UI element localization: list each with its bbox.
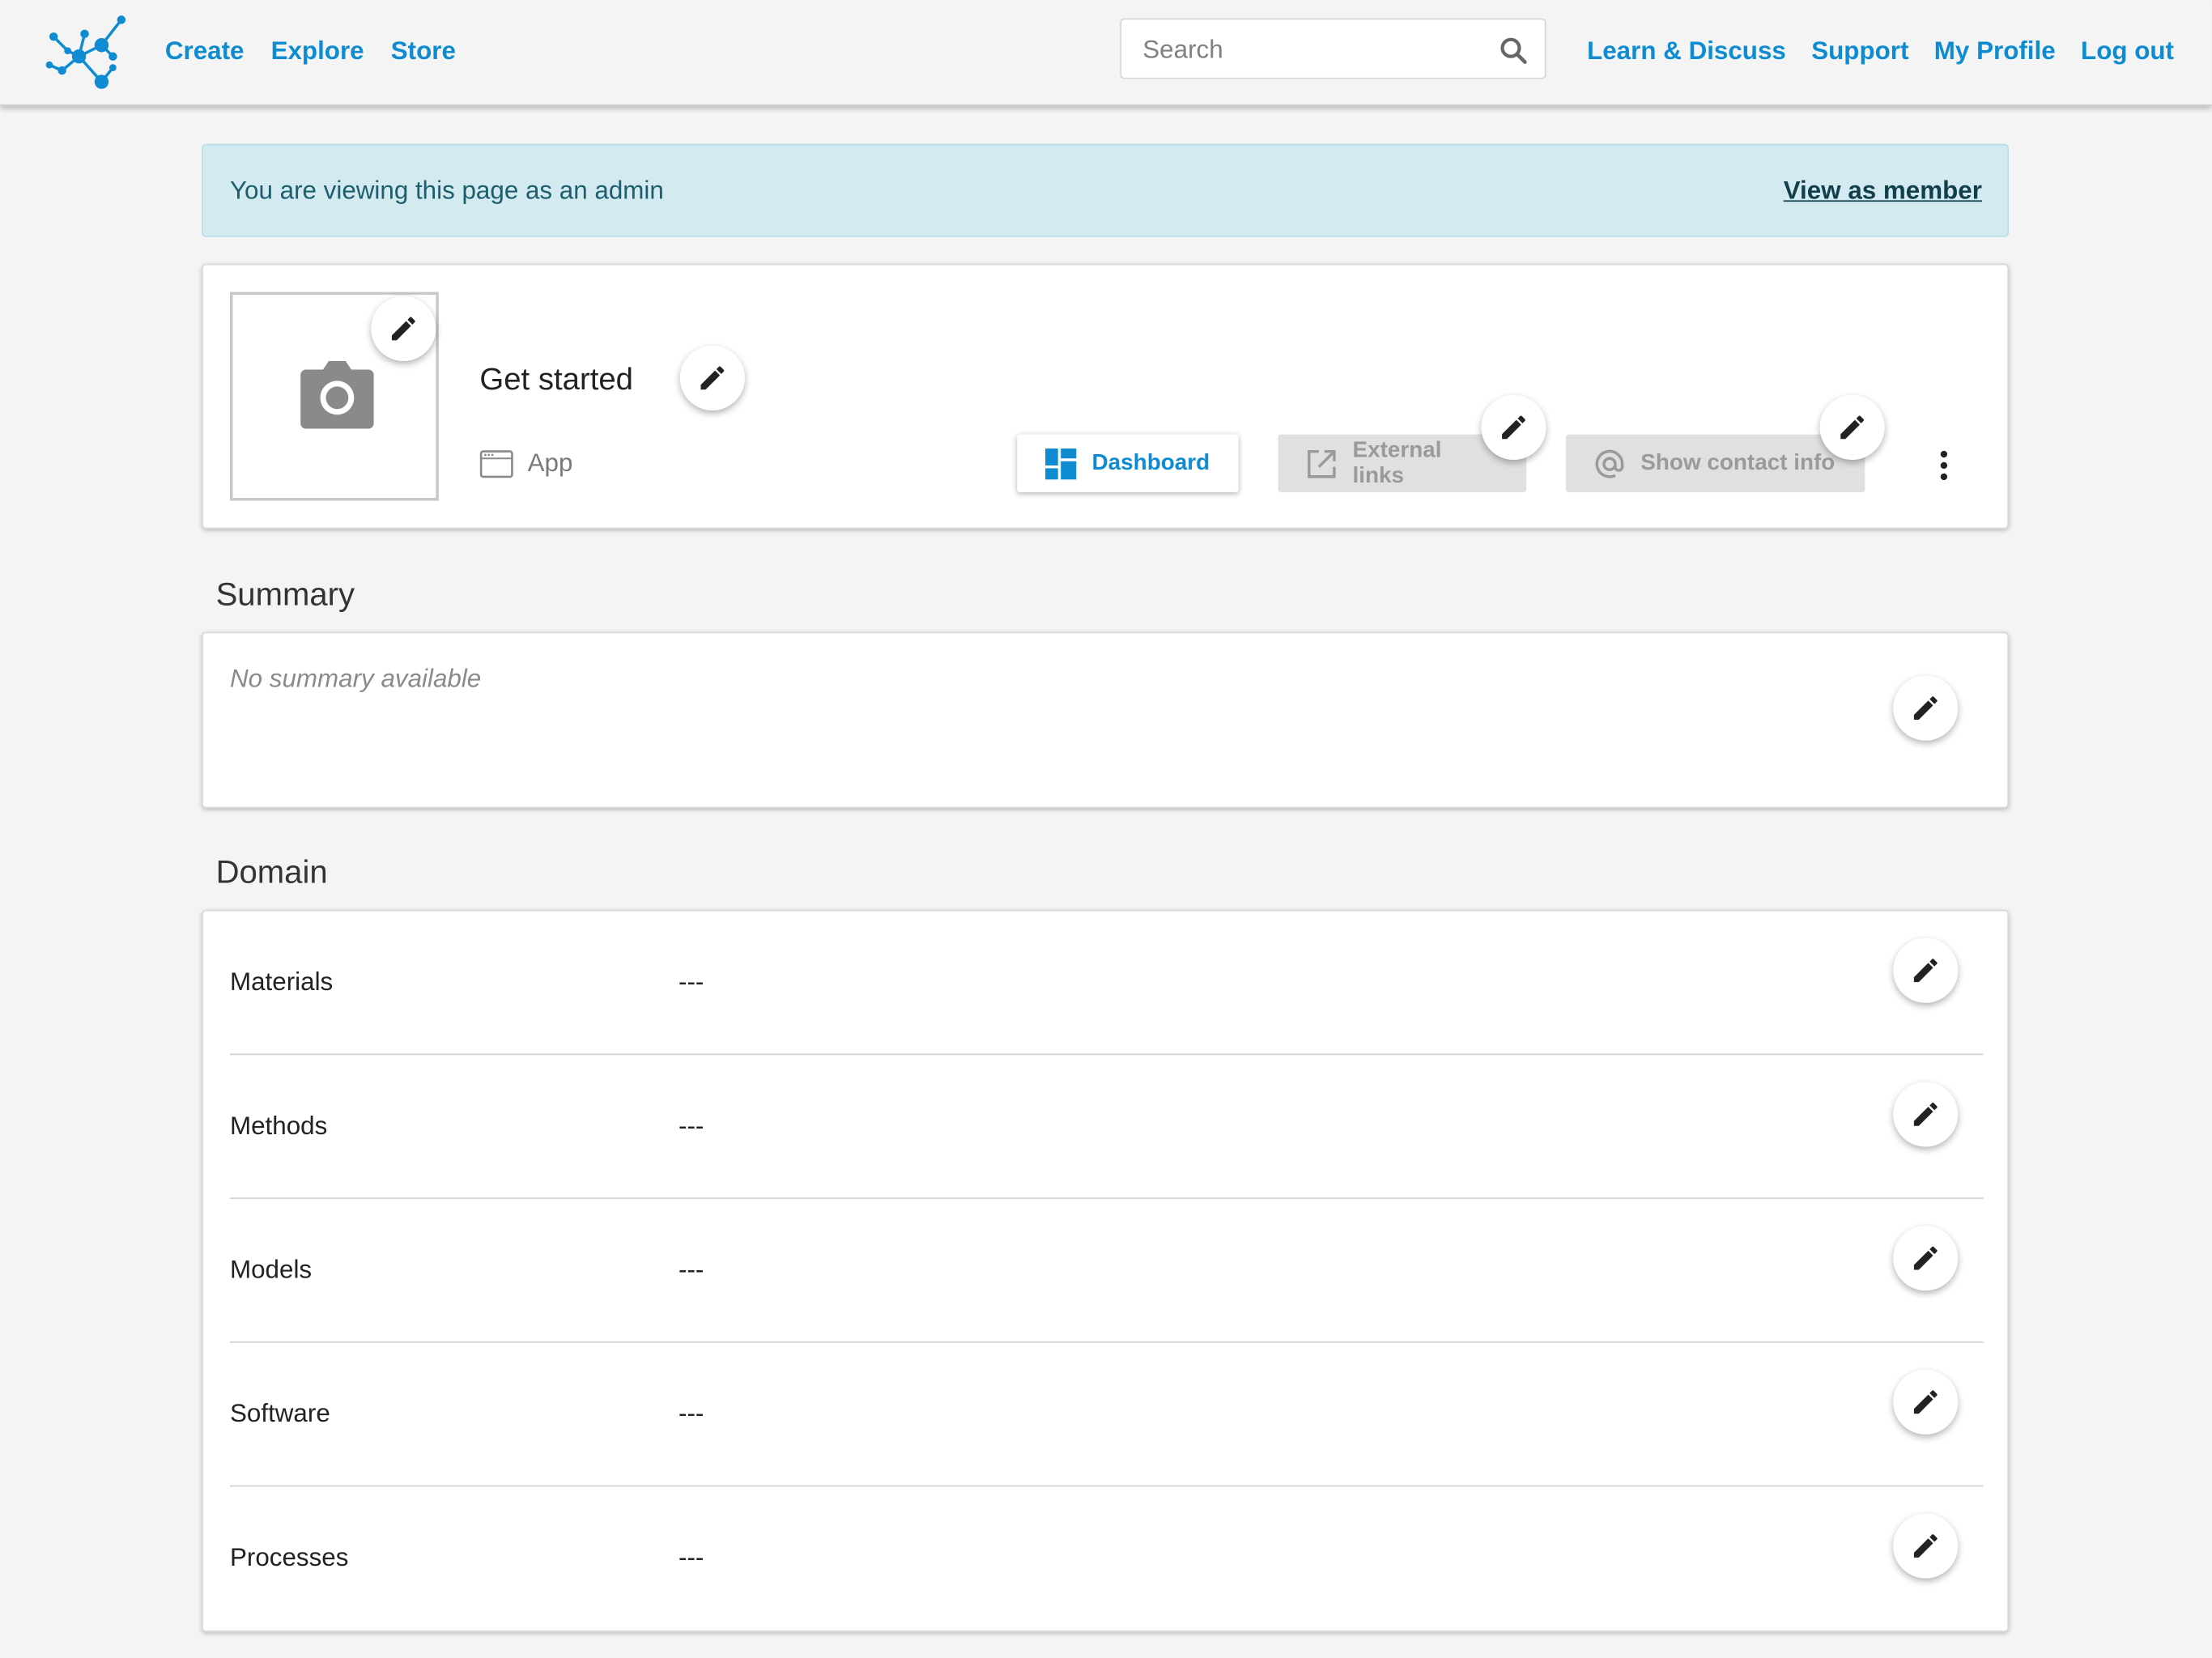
page-type-label: App: [527, 449, 573, 477]
edit-summary-button[interactable]: [1893, 675, 1959, 741]
nav-log-out[interactable]: Log out: [2081, 36, 2174, 66]
top-nav: Create Explore Store Learn & Discuss Sup…: [0, 0, 2212, 106]
dashboard-button[interactable]: Dashboard: [1017, 434, 1239, 493]
pencil-icon: [700, 366, 725, 390]
pencil-icon: [1913, 696, 1938, 721]
summary-empty-text: No summary available: [229, 664, 482, 693]
profile-card: Get started App Dashboard External links…: [202, 263, 2010, 529]
domain-card: Materials --- Methods --- Models --- Sof…: [202, 909, 2010, 1632]
pencil-icon: [1840, 415, 1865, 440]
primary-nav: Create Explore Store: [165, 36, 456, 66]
domain-row-materials: Materials ---: [229, 912, 1984, 1056]
domain-value: ---: [678, 1111, 704, 1140]
secondary-nav: Learn & Discuss Support My Profile Log o…: [1587, 36, 2174, 66]
nav-store[interactable]: Store: [391, 36, 456, 66]
domain-label: Methods: [229, 1111, 328, 1140]
dashboard-icon: [1045, 448, 1077, 479]
page-type: App: [479, 449, 572, 478]
pencil-icon: [1913, 1534, 1938, 1558]
logo-icon[interactable]: [42, 14, 130, 93]
nav-create[interactable]: Create: [165, 36, 245, 66]
domain-row-methods: Methods ---: [229, 1055, 1984, 1199]
more-options-icon[interactable]: [1927, 449, 1961, 483]
external-links-label: External links: [1352, 437, 1442, 487]
app-window-icon: [479, 449, 513, 478]
search-box: [1120, 18, 1546, 79]
domain-label: Materials: [229, 967, 334, 997]
camera-icon: [300, 361, 374, 429]
admin-banner-message: You are viewing this page as an admin: [229, 176, 664, 205]
nav-learn-discuss[interactable]: Learn & Discuss: [1587, 36, 1786, 66]
external-link-icon: [1308, 449, 1336, 478]
show-contact-info-label: Show contact info: [1640, 450, 1836, 475]
domain-value: ---: [678, 1543, 704, 1571]
nav-explore[interactable]: Explore: [271, 36, 364, 66]
summary-card: No summary available: [202, 631, 2010, 809]
edit-external-links-button[interactable]: [1481, 394, 1546, 460]
view-as-member-link[interactable]: View as member: [1784, 176, 1982, 206]
edit-processes-button[interactable]: [1893, 1513, 1959, 1579]
admin-banner: You are viewing this page as an admin Vi…: [202, 143, 2010, 237]
edit-materials-button[interactable]: [1893, 937, 1959, 1003]
edit-photo-button[interactable]: [371, 295, 436, 362]
edit-software-button[interactable]: [1893, 1369, 1959, 1435]
at-sign-icon: [1595, 449, 1624, 478]
edit-title-button[interactable]: [679, 345, 745, 411]
page-title: Get started: [479, 361, 634, 397]
search-input[interactable]: [1139, 33, 1484, 66]
edit-models-button[interactable]: [1893, 1226, 1959, 1291]
dashboard-button-label: Dashboard: [1091, 450, 1210, 475]
pencil-icon: [1502, 415, 1525, 440]
domain-value: ---: [678, 1255, 704, 1284]
nav-my-profile[interactable]: My Profile: [1934, 36, 2056, 66]
pencil-icon: [1913, 959, 1938, 983]
search-icon[interactable]: [1499, 36, 1528, 65]
pencil-icon: [391, 317, 415, 341]
edit-contact-info-button[interactable]: [1819, 394, 1885, 460]
pencil-icon: [1913, 1103, 1938, 1126]
domain-row-software: Software ---: [229, 1343, 1984, 1487]
pencil-icon: [1913, 1390, 1938, 1414]
pencil-icon: [1913, 1246, 1938, 1270]
domain-row-processes: Processes ---: [230, 1486, 1984, 1630]
summary-heading: Summary: [215, 575, 355, 613]
domain-value: ---: [678, 967, 704, 997]
nav-support[interactable]: Support: [1811, 36, 1908, 66]
show-contact-info-button[interactable]: Show contact info: [1565, 434, 1865, 493]
domain-row-models: Models ---: [229, 1199, 1984, 1343]
domain-label: Software: [229, 1399, 330, 1428]
domain-value: ---: [678, 1399, 704, 1428]
domain-heading: Domain: [215, 853, 328, 891]
domain-label: Processes: [229, 1543, 349, 1571]
edit-methods-button[interactable]: [1893, 1082, 1959, 1147]
domain-label: Models: [229, 1255, 313, 1284]
